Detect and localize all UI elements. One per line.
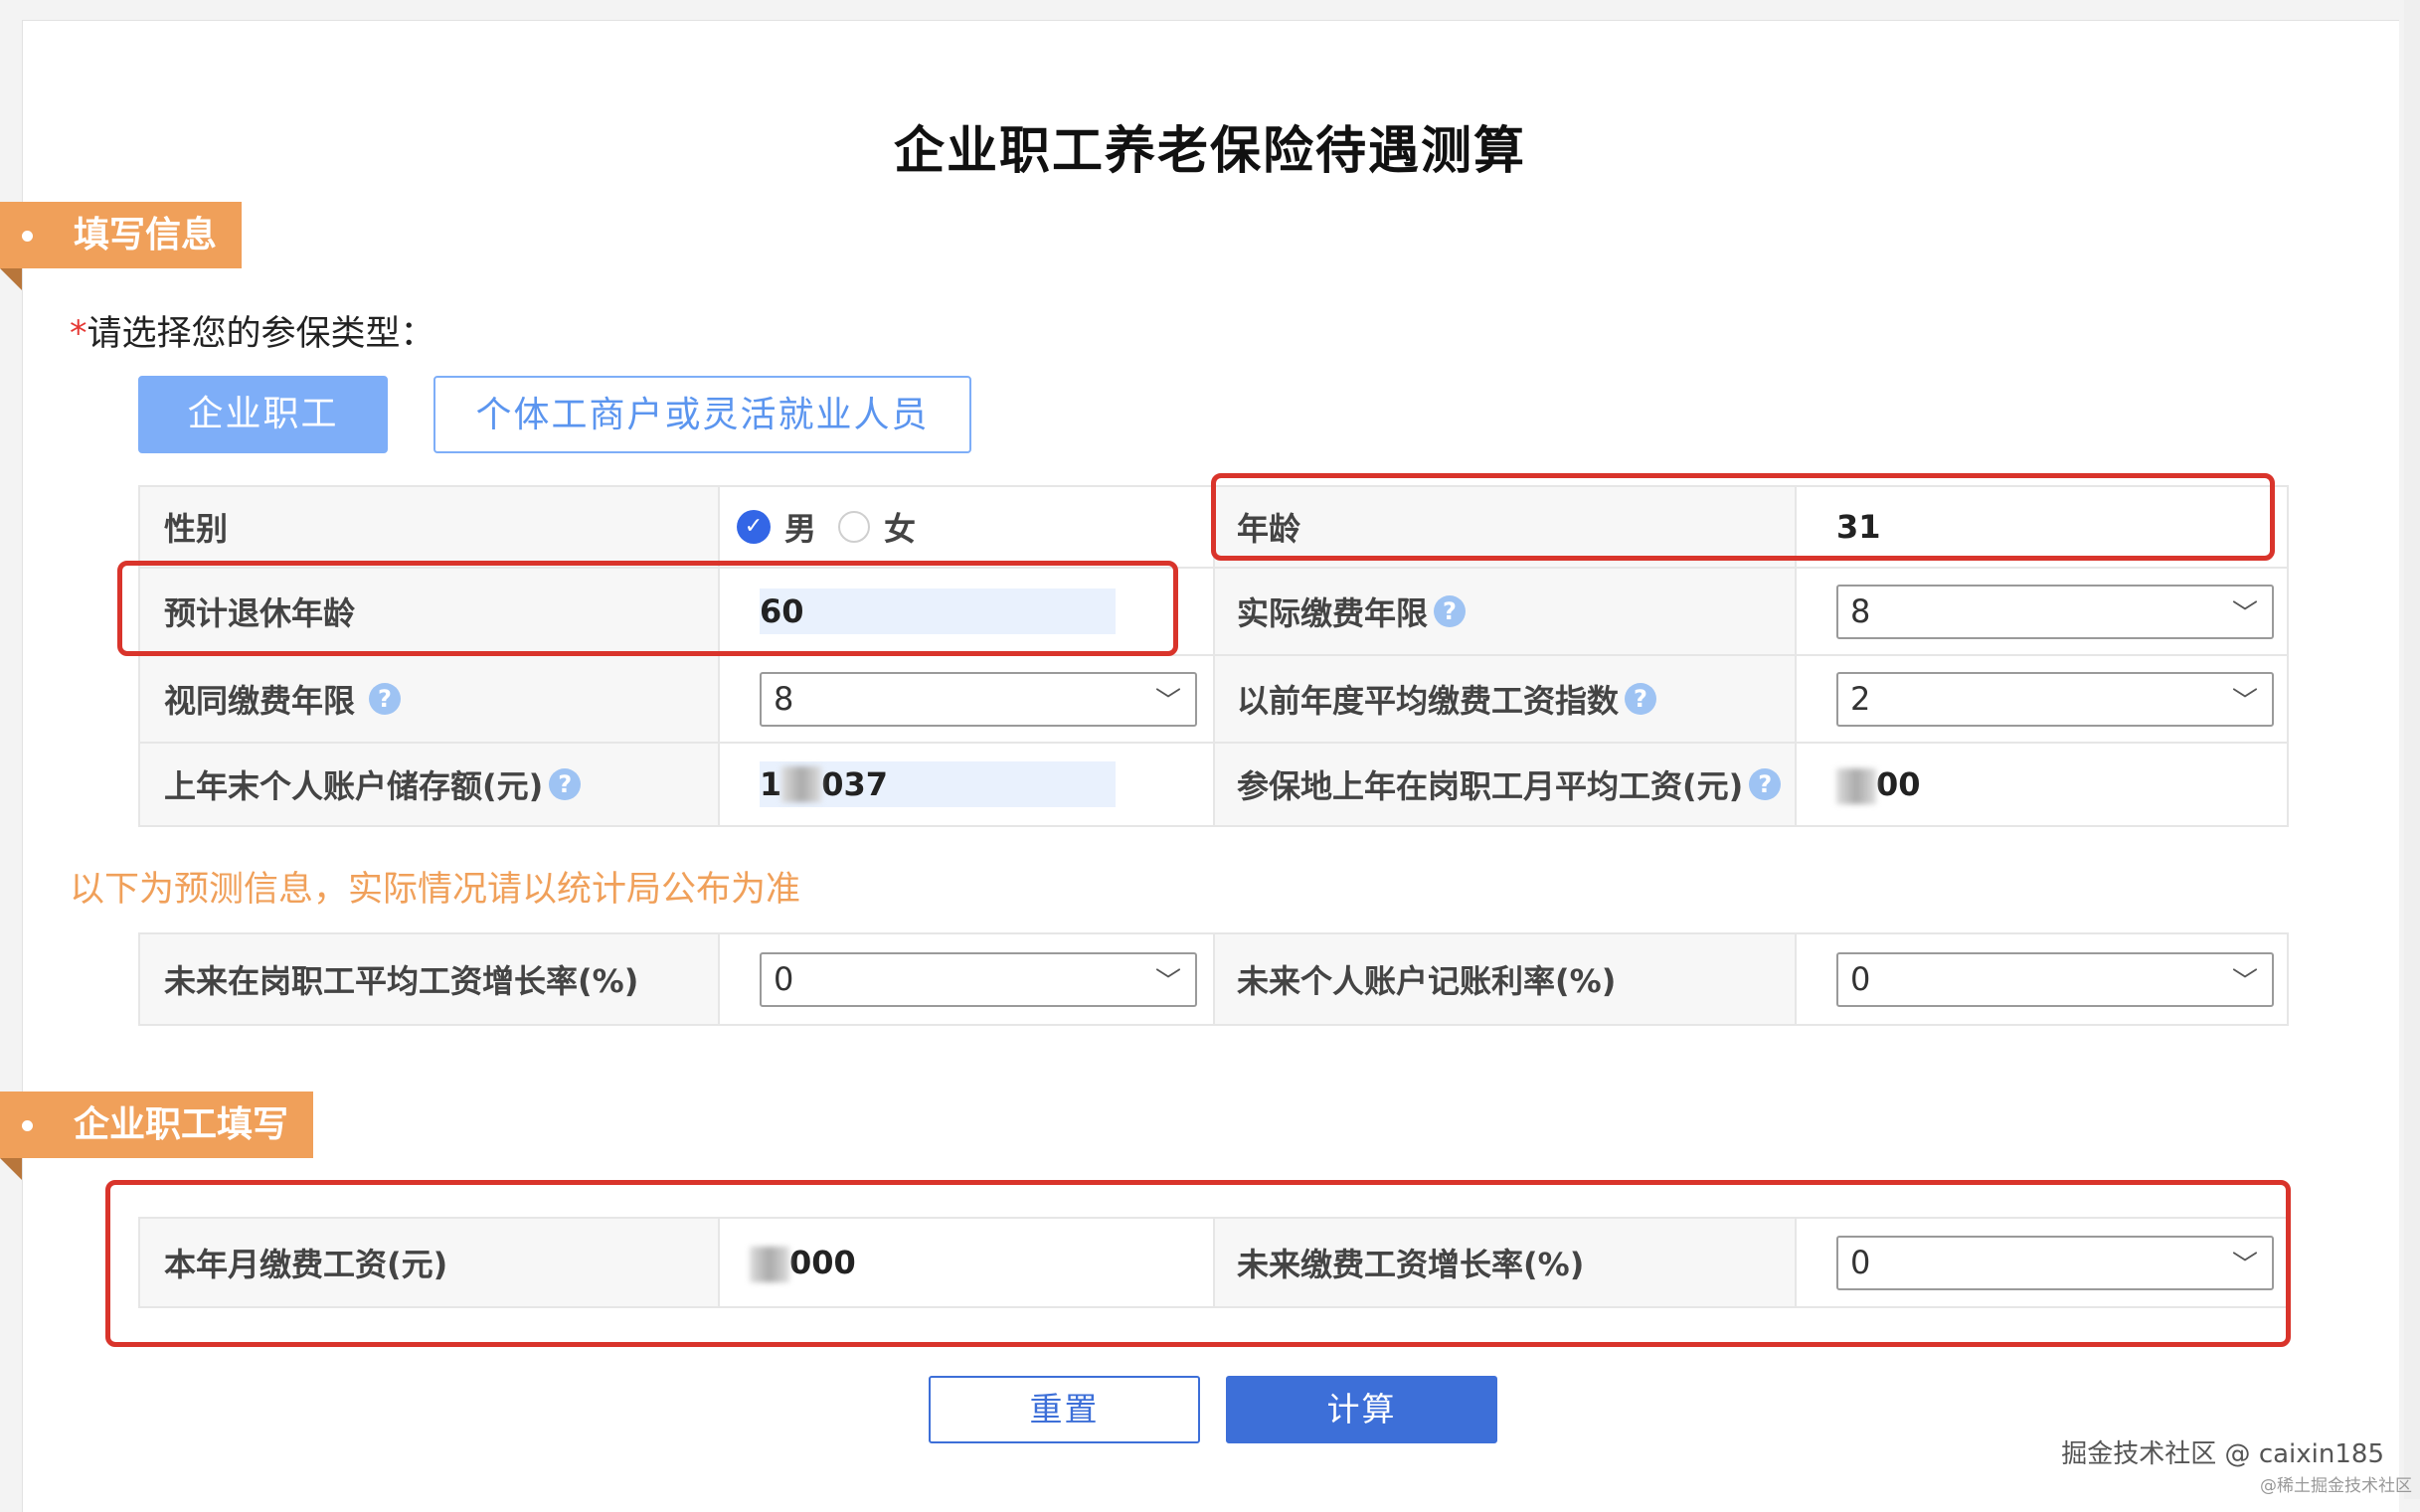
type-flexible-button[interactable]: 个体工商户或灵活就业人员 <box>433 376 971 453</box>
section-title: 企业职工填写 <box>74 1104 289 1145</box>
insurance-type-question: *请选择您的参保类型： <box>70 305 435 356</box>
value-suffix: 00 <box>1876 764 1921 803</box>
local-wage-cell: 00 <box>1797 744 2289 825</box>
bullet-icon <box>22 1120 33 1131</box>
value-suffix: 037 <box>821 765 889 803</box>
radio-male[interactable]: ✓ <box>737 510 771 544</box>
avg-index-cell: 2 ﹀ <box>1797 656 2289 742</box>
local-wage-value[interactable]: 00 <box>1836 765 1921 804</box>
deemed-years-cell: 8 ﹀ <box>720 656 1215 742</box>
chevron-down-icon: ﹀ <box>2231 686 2258 717</box>
highlight-box-age <box>1211 473 2275 561</box>
account-balance-cell: 1 037 <box>720 744 1215 825</box>
local-wage-label: 参保地上年在岗职工月平均工资(元) <box>1237 767 1744 805</box>
question-icon[interactable]: ? <box>1625 683 1657 715</box>
question-icon[interactable]: ? <box>1749 768 1782 800</box>
bullet-icon <box>22 231 33 242</box>
select-value: 0 <box>1850 960 1871 998</box>
account-rate-label-cell: 未来个人账户记账利率(%) <box>1215 934 1797 1024</box>
account-balance-label-cell: 上年末个人账户储存额(元)? <box>138 744 720 825</box>
redacted-mask <box>781 766 822 802</box>
ribbon-fold <box>0 268 22 290</box>
table-row: 视同缴费年限? 8 ﹀ 以前年度平均缴费工资指数? 2 ﹀ <box>138 656 2289 744</box>
select-value: 8 <box>1850 592 1871 630</box>
select-value: 2 <box>1850 680 1871 718</box>
select-value: 8 <box>774 680 794 718</box>
question-icon[interactable]: ? <box>549 768 582 800</box>
watermark: 掘金技术社区 @ caixin185 <box>2061 1439 2384 1469</box>
question-text: 请选择您的参保类型： <box>86 314 435 354</box>
actual-years-cell: 8 ﹀ <box>1797 569 2289 654</box>
highlight-box-enterprise <box>105 1180 2291 1347</box>
section-header-enterprise: 企业职工填写 <box>0 1092 313 1180</box>
prediction-table: 未来在岗职工平均工资增长率(%) 0 ﹀ 未来个人账户记账利率(%) 0 ﹀ <box>138 932 2289 1026</box>
reset-button[interactable]: 重置 <box>929 1376 1200 1443</box>
gender-radio-group: ✓ 男 女 <box>720 504 916 550</box>
table-row: 未来在岗职工平均工资增长率(%) 0 ﹀ 未来个人账户记账利率(%) 0 ﹀ <box>138 934 2289 1026</box>
account-balance-input[interactable]: 1 037 <box>760 761 1116 807</box>
account-rate-label: 未来个人账户记账利率(%) <box>1237 962 1617 1000</box>
chevron-down-icon: ﹀ <box>2231 598 2258 629</box>
ribbon-fold <box>0 1158 22 1180</box>
avg-index-label: 以前年度平均缴费工资指数 <box>1237 682 1620 720</box>
page-edge <box>2404 0 2420 1499</box>
gender-label-cell: 性别 <box>138 487 720 567</box>
gender-cell: ✓ 男 女 <box>720 487 1215 567</box>
section-header-fill-info: 填写信息 <box>0 202 242 290</box>
deemed-years-select[interactable]: 8 ﹀ <box>760 671 1197 727</box>
highlight-box-retire-age <box>117 561 1178 656</box>
radio-female[interactable] <box>838 511 871 543</box>
wage-growth-label: 未来在岗职工平均工资增长率(%) <box>164 962 639 1000</box>
actual-years-label: 实际缴费年限 <box>1237 594 1429 632</box>
avg-index-label-cell: 以前年度平均缴费工资指数? <box>1215 656 1797 742</box>
deemed-years-label-cell: 视同缴费年限? <box>138 656 720 742</box>
account-rate-select[interactable]: 0 ﹀ <box>1836 951 2274 1007</box>
account-rate-cell: 0 ﹀ <box>1797 934 2289 1024</box>
avg-index-select[interactable]: 2 ﹀ <box>1836 671 2274 727</box>
wage-growth-label-cell: 未来在岗职工平均工资增长率(%) <box>138 934 720 1024</box>
value-prefix: 1 <box>760 765 782 803</box>
chevron-down-icon: ﹀ <box>1154 966 1181 997</box>
account-balance-label: 上年末个人账户储存额(元) <box>164 767 544 805</box>
wage-growth-cell: 0 ﹀ <box>720 934 1215 1024</box>
redacted-mask <box>1836 767 1876 804</box>
deemed-years-label: 视同缴费年限 <box>164 682 356 720</box>
wage-growth-select[interactable]: 0 ﹀ <box>760 951 1197 1007</box>
required-mark: * <box>70 314 87 354</box>
question-icon[interactable]: ? <box>1434 595 1467 627</box>
page-title: 企业职工养老保险待遇测算 <box>893 122 1526 181</box>
type-enterprise-button[interactable]: 企业职工 <box>138 376 388 453</box>
gender-label: 性别 <box>164 510 229 548</box>
actual-years-select[interactable]: 8 ﹀ <box>1836 584 2274 639</box>
chevron-down-icon: ﹀ <box>1154 686 1181 717</box>
question-icon[interactable]: ? <box>369 683 402 715</box>
radio-male-label[interactable]: 男 <box>784 504 816 550</box>
local-wage-label-cell: 参保地上年在岗职工月平均工资(元)? <box>1215 744 1797 825</box>
prediction-notice: 以下为预测信息，实际情况请以统计局公布为准 <box>70 870 801 910</box>
calculate-button[interactable]: 计算 <box>1226 1376 1497 1443</box>
radio-female-label[interactable]: 女 <box>884 504 916 550</box>
table-row: 上年末个人账户储存额(元)? 1 037 参保地上年在岗职工月平均工资(元)? 0… <box>138 744 2289 827</box>
actual-years-label-cell: 实际缴费年限? <box>1215 569 1797 654</box>
section-title: 填写信息 <box>74 215 218 255</box>
select-value: 0 <box>774 960 794 998</box>
watermark-small: @稀土掘金技术社区 <box>2260 1476 2412 1496</box>
chevron-down-icon: ﹀ <box>2231 966 2258 997</box>
